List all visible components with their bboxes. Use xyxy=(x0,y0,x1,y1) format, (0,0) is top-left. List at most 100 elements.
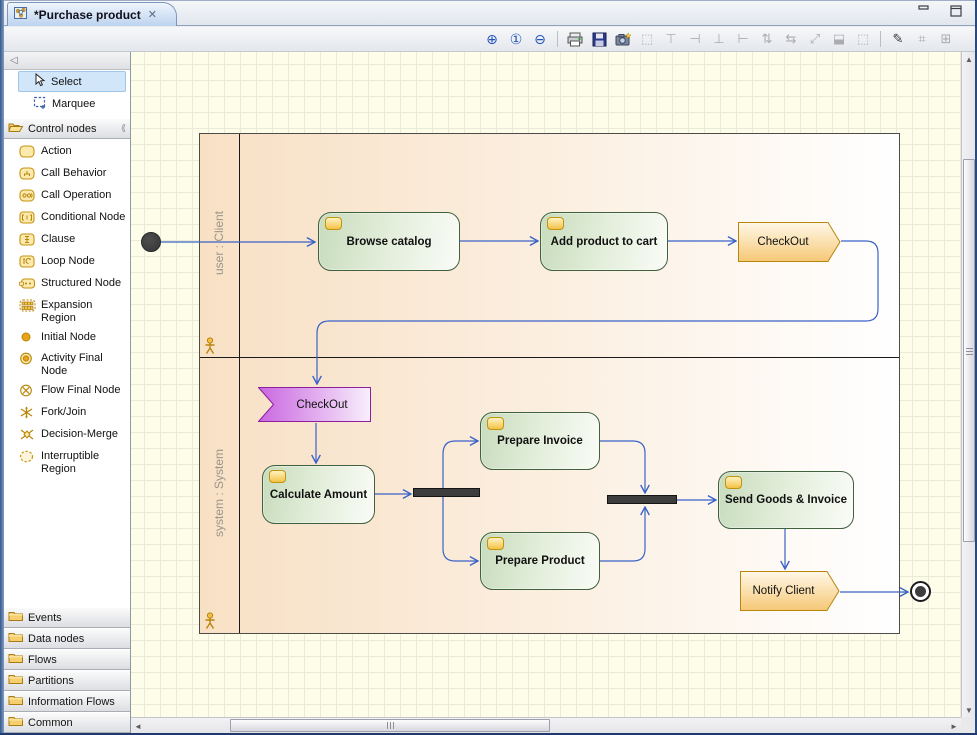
palette-spacer xyxy=(4,479,130,607)
diagram-toolbar: ⊕ ① ⊖ ⬚ ⊤ ⊣ ⊥ ⊢ ⇅ ⇆ ⤢ ⬓ ⬚ ✎ ⌗ ⊞ xyxy=(4,27,975,52)
zoom-out-icon[interactable]: ⊖ xyxy=(529,29,551,49)
drawer-information-flows[interactable]: Information Flows xyxy=(4,691,130,712)
palette-item-decision-merge[interactable]: Decision-Merge xyxy=(4,425,130,447)
send-signal-checkout[interactable]: CheckOut xyxy=(738,222,841,262)
fork-node[interactable] xyxy=(413,488,480,497)
action-send-goods-invoice[interactable]: Send Goods & Invoice xyxy=(718,471,854,529)
scroll-left-icon[interactable]: ◄ xyxy=(131,719,145,733)
palette-item-action[interactable]: Action xyxy=(4,142,130,164)
tab-close-icon[interactable]: ✕ xyxy=(148,8,157,21)
drawer-common[interactable]: Common xyxy=(4,712,130,733)
select-shape-icon: ⬚ xyxy=(636,29,658,49)
tool-select-label: Select xyxy=(51,76,82,88)
loop-node-icon xyxy=(19,255,36,271)
align-top-icon: ⊤ xyxy=(660,29,682,49)
action-badge-icon xyxy=(269,470,286,483)
toolbar-separator xyxy=(557,31,558,47)
partition-label-user-client[interactable]: user : Client xyxy=(212,173,226,313)
scroll-up-icon[interactable]: ▲ xyxy=(962,52,976,66)
vertical-scrollbar[interactable]: ▲ ▼ xyxy=(961,52,975,717)
palette-item-clause[interactable]: Clause xyxy=(4,230,130,252)
action-label: Browse catalog xyxy=(347,236,432,248)
tool-select[interactable]: Select xyxy=(18,71,126,92)
clause-icon xyxy=(19,233,36,249)
palette-item-call-operation[interactable]: Call Operation xyxy=(4,186,130,208)
palette-item-fork-join[interactable]: Fork/Join xyxy=(4,403,130,425)
drawer-flows[interactable]: Flows xyxy=(4,649,130,670)
thumb-grip xyxy=(966,351,973,352)
action-icon xyxy=(19,145,36,161)
action-browse-catalog[interactable]: Browse catalog xyxy=(318,212,460,271)
action-prepare-invoice[interactable]: Prepare Invoice xyxy=(480,412,600,470)
action-badge-icon xyxy=(487,537,504,550)
horizontal-scroll-thumb[interactable] xyxy=(230,719,550,732)
folder-open-icon xyxy=(8,121,24,136)
scroll-right-icon[interactable]: ► xyxy=(947,719,961,733)
actor-icon xyxy=(203,337,217,358)
palette-item-loop-node[interactable]: Loop Node xyxy=(4,252,130,274)
send-signal-label: Notify Client xyxy=(740,571,827,611)
palette-item-flow-final-node[interactable]: Flow Final Node xyxy=(4,381,130,403)
join-node[interactable] xyxy=(607,495,677,504)
partition-label-system[interactable]: system : System xyxy=(212,423,226,563)
drawer-events[interactable]: Events xyxy=(4,607,130,628)
palette-item-structured-node[interactable]: Structured Node xyxy=(4,274,130,296)
call-behavior-icon xyxy=(19,167,36,183)
apply-appearance-icon[interactable]: ✎ xyxy=(887,29,909,49)
zoom-in-icon[interactable]: ⊕ xyxy=(481,29,503,49)
action-prepare-product[interactable]: Prepare Product xyxy=(480,532,600,590)
fork-join-icon xyxy=(19,406,36,422)
send-signal-notify-client[interactable]: Notify Client xyxy=(740,571,840,611)
select-cursor-icon xyxy=(34,73,46,90)
distribute-horizontal-icon: ⇆ xyxy=(780,29,802,49)
palette-item-call-behavior[interactable]: Call Behavior xyxy=(4,164,130,186)
scroll-down-icon[interactable]: ▼ xyxy=(962,703,976,717)
action-add-product-to-cart[interactable]: Add product to cart xyxy=(540,212,668,271)
drawer-control-nodes[interactable]: Control nodes ⟪ xyxy=(4,118,130,139)
drawer-pin-icon[interactable]: ⟪ xyxy=(121,123,126,134)
accept-event-checkout[interactable]: CheckOut xyxy=(258,387,371,422)
save-icon[interactable] xyxy=(588,29,610,49)
activity-final-dot xyxy=(915,586,926,597)
minimize-view-button[interactable] xyxy=(915,5,933,20)
folder-closed-icon xyxy=(8,694,24,709)
action-label: Add product to cart xyxy=(551,236,658,248)
size-both-icon: ⬚ xyxy=(852,29,874,49)
palette-item-initial-node[interactable]: Initial Node xyxy=(4,328,130,349)
snapshot-icon[interactable] xyxy=(612,29,634,49)
diagram-canvas[interactable]: user : Client system : System xyxy=(131,52,961,717)
decision-merge-icon xyxy=(19,428,36,444)
palette-item-interruptible-region[interactable]: Interruptible Region xyxy=(4,447,130,479)
palette-item-activity-final-node[interactable]: Activity Final Node xyxy=(4,349,130,381)
palette-collapse-icon[interactable]: ◁ xyxy=(10,55,18,66)
tab-purchase-product[interactable]: *Purchase product ✕ xyxy=(7,2,177,26)
initial-node[interactable] xyxy=(141,232,161,252)
palette-header[interactable]: ◁ xyxy=(4,52,130,70)
expansion-region-icon xyxy=(19,299,36,315)
folder-closed-icon xyxy=(8,673,24,688)
palette-item-conditional-node[interactable]: Conditional Node xyxy=(4,208,130,230)
zoom-original-icon[interactable]: ① xyxy=(505,29,527,49)
drawer-partitions[interactable]: Partitions xyxy=(4,670,130,691)
match-size-icon: ⤢ xyxy=(804,29,826,49)
action-label: Calculate Amount xyxy=(270,489,367,501)
action-label: Send Goods & Invoice xyxy=(725,494,847,506)
activity-final-node[interactable] xyxy=(910,581,931,602)
maximize-view-button[interactable] xyxy=(947,5,965,20)
structured-node-icon xyxy=(19,277,36,293)
thumb-grip xyxy=(390,722,391,729)
drawer-data-nodes[interactable]: Data nodes xyxy=(4,628,130,649)
window-border-left xyxy=(0,0,4,735)
window-border-top xyxy=(0,0,977,1)
action-calculate-amount[interactable]: Calculate Amount xyxy=(262,465,375,524)
interruptible-region-icon xyxy=(19,450,36,466)
tool-marquee[interactable]: Marquee xyxy=(18,93,126,114)
horizontal-scrollbar[interactable]: ◄ ► xyxy=(131,717,961,733)
palette-item-expansion-region[interactable]: Expansion Region xyxy=(4,296,130,328)
print-icon[interactable] xyxy=(564,29,586,49)
grid-icon[interactable]: ⌗ xyxy=(911,29,933,49)
scrollbar-corner xyxy=(961,717,975,733)
vertical-scroll-thumb[interactable] xyxy=(963,159,975,542)
action-label: Prepare Product xyxy=(495,555,584,567)
partition-divider[interactable] xyxy=(200,357,899,358)
